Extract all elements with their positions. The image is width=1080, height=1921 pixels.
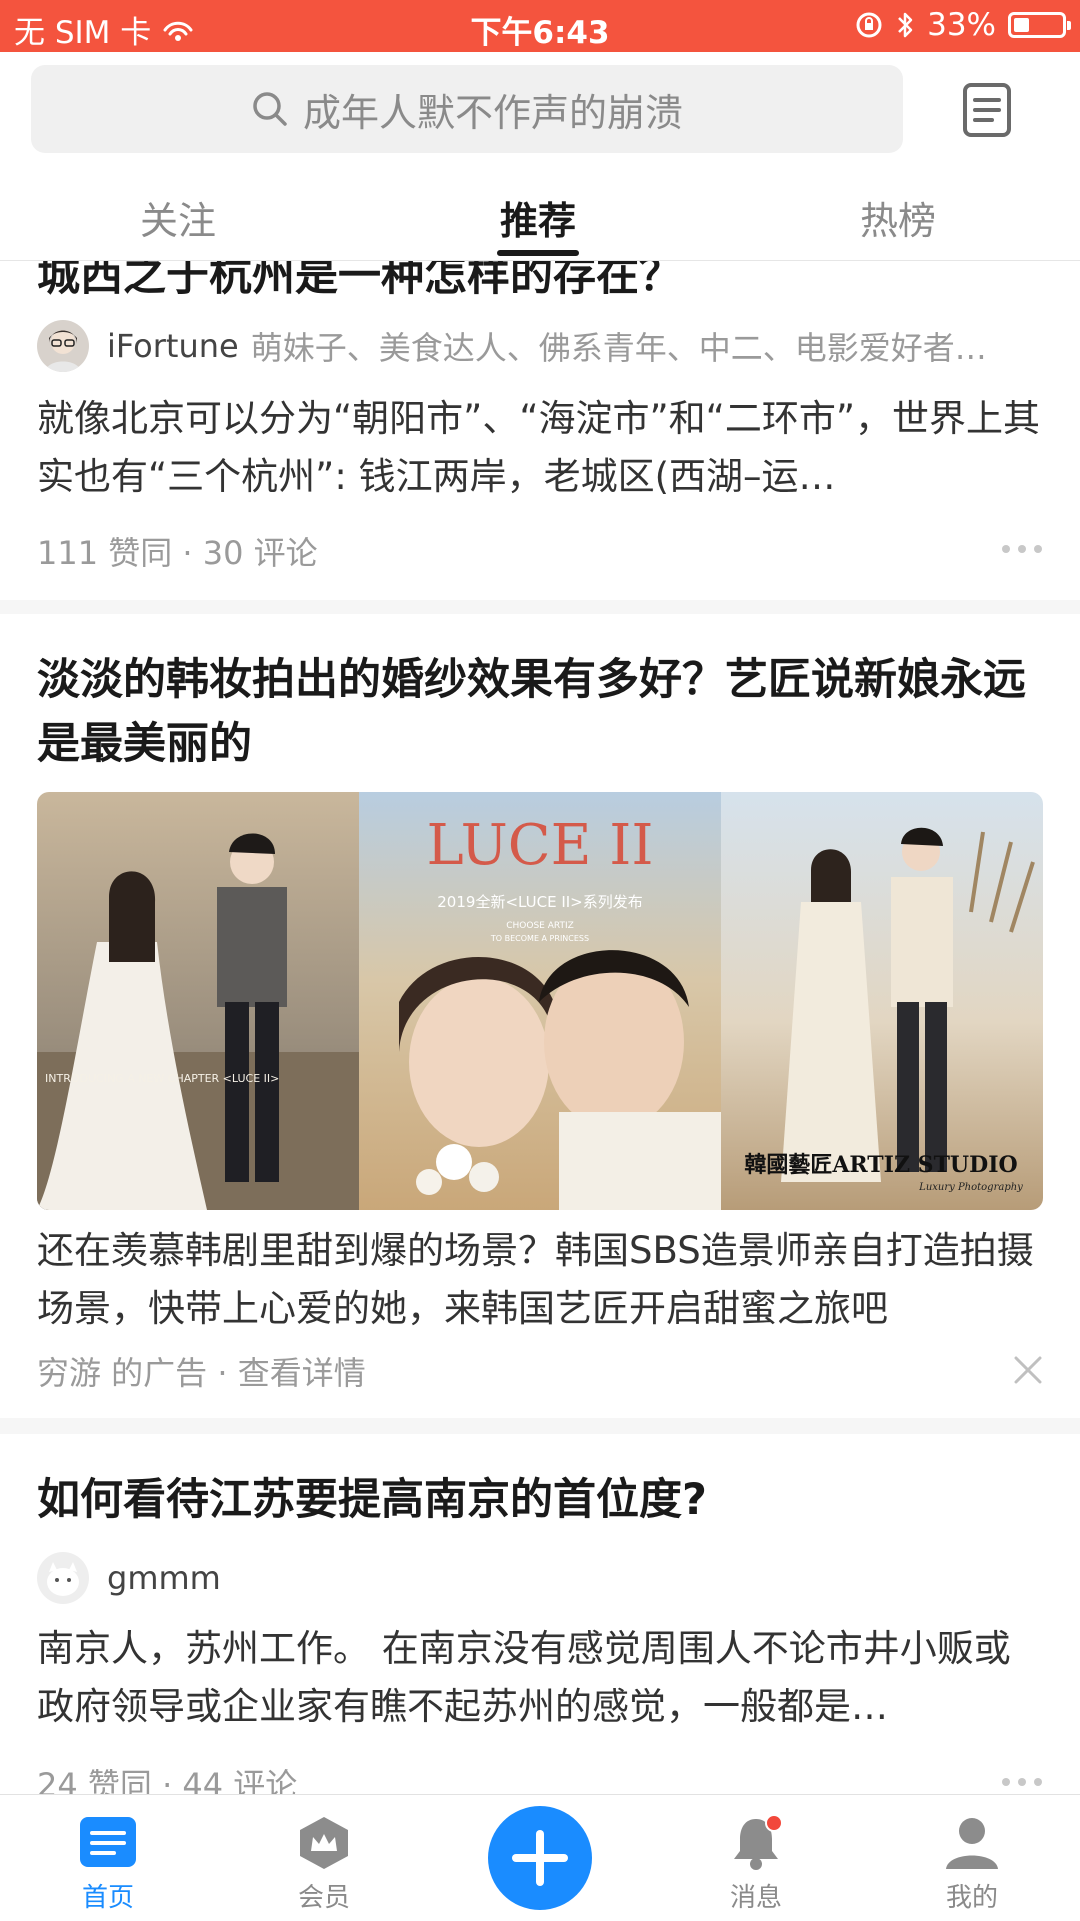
ad-image-studio: 韓國藝匠ARTIZ STUDIO bbox=[744, 1152, 1017, 1178]
author-row[interactable]: iFortune 萌妹子、美食达人、佛系青年、中二、电影爱好者… bbox=[37, 320, 987, 372]
author-name[interactable]: gmmm bbox=[107, 1559, 221, 1597]
create-post-button[interactable] bbox=[488, 1806, 592, 1910]
battery-fill bbox=[1014, 18, 1029, 32]
nav-membership[interactable]: 会员 bbox=[254, 1795, 394, 1921]
person-icon bbox=[946, 1818, 998, 1869]
author-name[interactable]: iFortune bbox=[107, 327, 239, 365]
nav-profile[interactable]: 我的 bbox=[902, 1795, 1042, 1921]
ad-photo-right: 韓國藝匠ARTIZ STUDIO Luxury Photography bbox=[721, 792, 1043, 1210]
author-row[interactable]: gmmm bbox=[37, 1552, 233, 1604]
ad-image[interactable]: INTRODUCING A NEW CHAPTER <LUCE II> LUCE… bbox=[37, 792, 1043, 1210]
plus-icon bbox=[512, 1830, 568, 1886]
ad-image-sub3: TO BECOME A PRINCESS bbox=[490, 934, 589, 943]
battery-icon bbox=[1008, 12, 1071, 38]
tab-follow[interactable]: 关注 bbox=[140, 190, 216, 245]
ad-photo-center: LUCE II 2019全新<LUCE II>系列发布 CHOOSE ARTIZ… bbox=[359, 792, 721, 1210]
ad-excerpt[interactable]: 还在羡慕韩剧里甜到爆的场景？韩国SBS造景师亲自打造拍摄场景，快带上心爱的她，来… bbox=[37, 1222, 1047, 1338]
avatar[interactable] bbox=[37, 320, 89, 372]
close-icon[interactable] bbox=[1010, 1352, 1046, 1388]
search-placeholder: 成年人默不作声的崩溃 bbox=[302, 90, 683, 135]
ad-title[interactable]: 淡淡的韩妆拍出的婚纱效果有多好？艺匠说新娘永远是最美丽的 bbox=[37, 648, 1047, 776]
ad-photo-left: INTRODUCING A NEW CHAPTER <LUCE II> bbox=[37, 792, 359, 1210]
bell-icon bbox=[734, 1815, 783, 1870]
document-icon[interactable] bbox=[962, 82, 1012, 138]
card-excerpt[interactable]: 就像北京可以分为“朝阳市”、“海淀市”和“二环市”，世界上其实也有“三个杭州”:… bbox=[37, 390, 1047, 506]
ad-image-headline: LUCE II bbox=[426, 813, 653, 878]
nav-home[interactable]: 首页 bbox=[38, 1795, 178, 1921]
bluetooth-icon bbox=[898, 12, 913, 38]
tab-hot[interactable]: 热榜 bbox=[860, 190, 936, 245]
status-right: 33% bbox=[855, 7, 1071, 43]
active-tab-indicator bbox=[497, 250, 579, 256]
search-icon bbox=[253, 92, 287, 126]
notification-dot bbox=[765, 1815, 783, 1832]
nav-messages[interactable]: 消息 bbox=[686, 1795, 826, 1921]
nav-membership-label: 会员 bbox=[297, 1883, 350, 1913]
search-bar[interactable]: 成年人默不作声的崩溃 bbox=[31, 65, 903, 153]
card-title[interactable]: 如何看待江苏要提高南京的首位度? bbox=[37, 1468, 1047, 1532]
feed-tabs: 关注 推荐 热榜 bbox=[0, 180, 1080, 260]
ad-meta[interactable]: 穷游 的广告 · 查看详情 bbox=[37, 1348, 366, 1394]
author-bio: 萌妹子、美食达人、佛系青年、中二、电影爱好者… bbox=[250, 329, 987, 367]
nav-profile-label: 我的 bbox=[945, 1883, 998, 1913]
status-bar: 无 SIM 卡 下午6:43 33% bbox=[0, 0, 1080, 52]
nav-home-label: 首页 bbox=[81, 1883, 134, 1913]
top-header: 成年人默不作声的崩溃 关注 推荐 热榜 bbox=[0, 52, 1080, 261]
feed-card-answer[interactable]: 如何看待江苏要提高南京的首位度? gmmm 南京人，苏州工作。 在南京没有感觉周… bbox=[0, 1434, 1080, 1804]
ad-image-sub2: CHOOSE ARTIZ bbox=[506, 921, 574, 931]
more-icon[interactable] bbox=[1002, 545, 1042, 555]
ad-image-sub1: 2019全新<LUCE II>系列发布 bbox=[437, 893, 642, 911]
ad-image-signature: Luxury Photography bbox=[918, 1182, 1023, 1193]
crown-icon bbox=[300, 1817, 348, 1869]
avatar[interactable] bbox=[37, 1552, 89, 1604]
ad-image-caption: INTRODUCING A NEW CHAPTER <LUCE II> bbox=[45, 1072, 279, 1085]
card-excerpt[interactable]: 南京人，苏州工作。 在南京没有感觉周围人不论市井小贩或政府领导或企业家有瞧不起苏… bbox=[37, 1620, 1047, 1736]
tab-recommend[interactable]: 推荐 bbox=[500, 190, 576, 245]
battery-percent: 33% bbox=[927, 7, 996, 43]
rotation-lock-icon bbox=[856, 12, 882, 38]
home-feed-icon bbox=[80, 1817, 136, 1867]
card-meta: 111 赞同 · 30 评论 bbox=[37, 534, 318, 572]
nav-messages-label: 消息 bbox=[729, 1883, 782, 1913]
more-icon[interactable] bbox=[1002, 1778, 1042, 1788]
